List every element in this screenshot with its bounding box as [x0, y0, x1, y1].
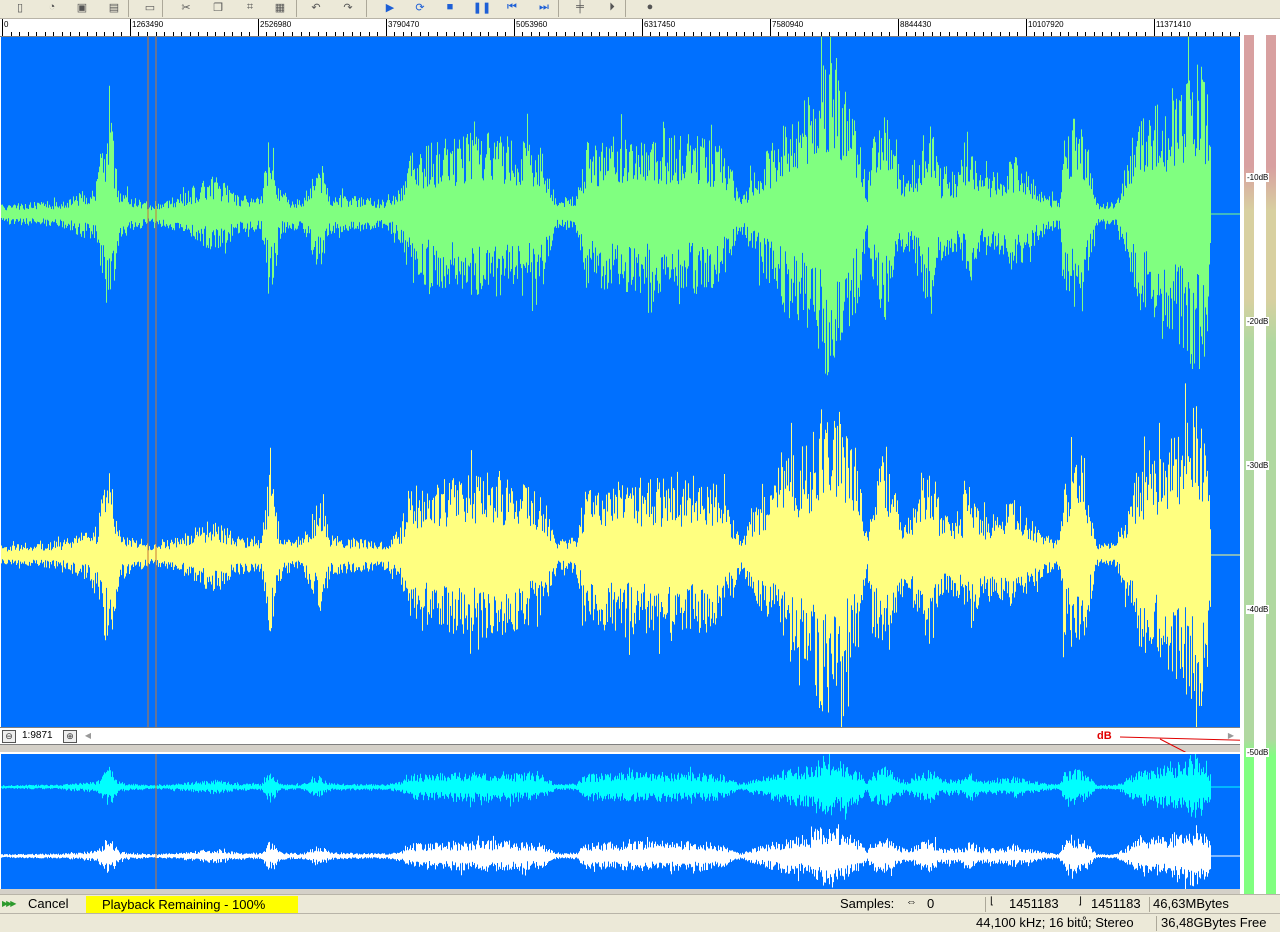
ruler-label: 3790470 — [388, 20, 420, 29]
right-channel-waveform — [1, 383, 1241, 774]
pause-icon[interactable]: ❚❚ — [472, 0, 492, 14]
vu-scale-label: -50dB — [1246, 748, 1270, 757]
ruler-label: 2526980 — [260, 20, 292, 29]
waveform-editor[interactable] — [0, 4, 1241, 774]
status-bar: ▶▶▶ Cancel Playback Remaining - 100% Sam… — [0, 894, 1280, 913]
vu-left-bar — [1244, 35, 1254, 915]
selection-start: 1451183 — [1009, 896, 1059, 911]
save-icon[interactable]: ▣ — [72, 0, 92, 14]
play-arrows-icon: ▶▶▶ — [2, 899, 17, 908]
crop-icon[interactable]: ⌗ — [240, 0, 260, 14]
overview-left-channel — [1, 747, 1241, 820]
selection-end-icon: ⌋ — [1078, 896, 1082, 907]
samples-label: Samples: — [840, 896, 895, 911]
rewind-icon[interactable]: ⏮ — [502, 0, 522, 14]
samples-range-icon: ⇔ — [906, 896, 917, 908]
toolbar: ▯ ◔ ▣ ▤ ▭ ✂ ❐ ⌗ ▦ ↶ ↷ ▶ ⟳ ■ ❚❚ ⏮ ⏭ ╪ ⏵ ● — [0, 0, 1280, 19]
overview-waveform[interactable] — [0, 747, 1241, 893]
ruler-label: 6317450 — [644, 20, 676, 29]
sample-ruler: 0 1263490 2526980 3790470 5053960 6317450 7580… — [0, 19, 1240, 37]
vu-meter: -10dB -20dB -30dB -40dB -50dB — [1240, 19, 1280, 915]
save-all-icon[interactable]: ▤ — [104, 0, 124, 14]
record-icon[interactable]: ● — [640, 0, 660, 14]
ruler-label: 1263490 — [132, 20, 164, 29]
open-folder-icon[interactable]: ◔ — [42, 0, 62, 14]
redo-icon[interactable]: ↷ — [338, 0, 358, 14]
copy-to-file-icon[interactable]: ▭ — [140, 0, 160, 14]
ruler-label: 0 — [4, 20, 9, 29]
ruler-label: 10107920 — [1028, 20, 1064, 29]
samples-value: 0 — [927, 896, 935, 911]
vu-scale-label: -20dB — [1246, 317, 1270, 326]
ruler-label: 8844430 — [900, 20, 932, 29]
vu-scale-label: -40dB — [1246, 605, 1270, 614]
selection-start-icon: ⌊ — [990, 896, 994, 907]
cancel-button[interactable]: Cancel — [28, 896, 68, 911]
play-icon[interactable]: ▶ — [380, 0, 400, 14]
waveform-canvas[interactable] — [1, 4, 1241, 774]
ruler-label: 7580940 — [772, 20, 804, 29]
paste-icon[interactable]: ▦ — [270, 0, 290, 14]
ruler-label: 11371410 — [1156, 20, 1191, 29]
overview-canvas[interactable] — [1, 747, 1241, 893]
marker-icon[interactable]: ╪ — [570, 0, 590, 14]
end-marker-icon[interactable]: ⏵ — [602, 0, 622, 14]
status-bar-format: 44,100 kHz; 16 bitů; Stereo 36,48GBytes … — [0, 913, 1280, 932]
audio-format: 44,100 kHz; 16 bitů; Stereo — [976, 915, 1134, 930]
undo-icon[interactable]: ↶ — [306, 0, 326, 14]
forward-icon[interactable]: ⏭ — [534, 0, 554, 14]
ruler-label: 5053960 — [516, 20, 548, 29]
vu-scale-label: -30dB — [1246, 461, 1270, 470]
disk-free: 36,48GBytes Free — [1161, 915, 1267, 930]
stop-icon[interactable]: ■ — [440, 0, 460, 14]
memory-usage: 46,63MBytes — [1153, 896, 1229, 911]
vu-scale-label: -10dB — [1246, 173, 1270, 182]
new-file-icon[interactable]: ▯ — [10, 0, 30, 14]
left-channel-waveform — [1, 4, 1241, 376]
vu-right-bar — [1266, 35, 1276, 915]
cut-icon[interactable]: ✂ — [176, 0, 196, 14]
overview-right-channel — [1, 824, 1241, 893]
copy-icon[interactable]: ❐ — [208, 0, 228, 14]
playback-remaining: Playback Remaining - 100% — [86, 896, 298, 913]
play-looped-icon[interactable]: ⟳ — [410, 0, 430, 14]
selection-end: 1451183 — [1091, 896, 1141, 911]
